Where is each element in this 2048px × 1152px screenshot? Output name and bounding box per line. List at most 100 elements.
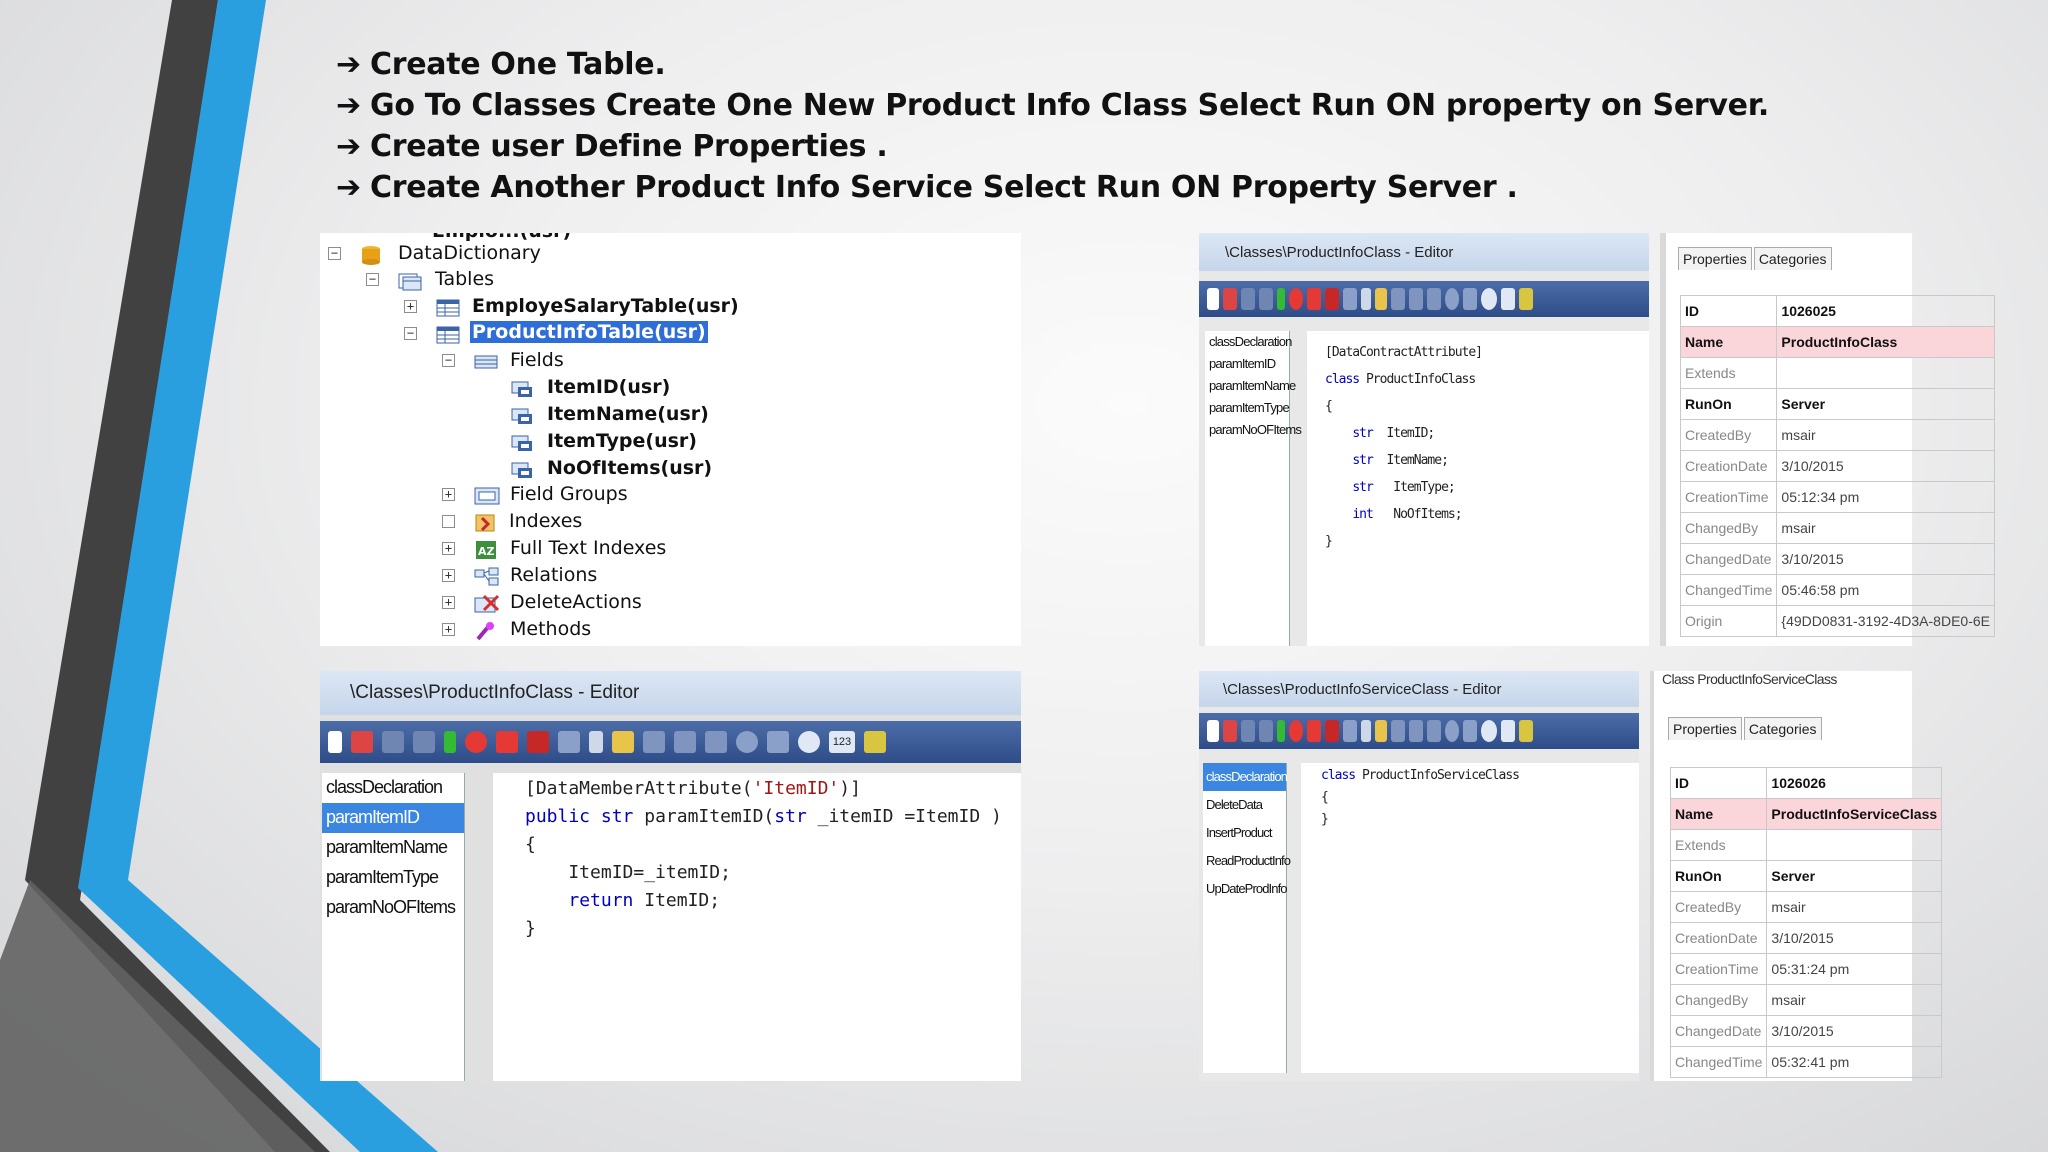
numbering-icon[interactable]: 123 xyxy=(829,731,855,753)
property-value[interactable]: ProductInfoClass xyxy=(1776,326,1995,358)
property-value[interactable]: msair xyxy=(1766,984,1943,1016)
property-value[interactable]: 05:31:24 pm xyxy=(1766,953,1943,985)
undo-icon[interactable] xyxy=(382,731,404,753)
list-icon[interactable] xyxy=(1391,288,1405,310)
method-item[interactable]: UpDateProdInfo xyxy=(1203,875,1288,903)
property-value[interactable]: {49DD0831-3192-4D3A-8DE0-6E xyxy=(1776,605,1995,637)
code-area[interactable]: [DataContractAttribute] class ProductInfo… xyxy=(1307,331,1649,646)
save-icon[interactable] xyxy=(1223,288,1237,310)
comment-icon[interactable] xyxy=(1445,720,1459,742)
compile-icon[interactable] xyxy=(558,731,580,753)
numbering-icon[interactable] xyxy=(1501,288,1515,310)
undo-icon[interactable] xyxy=(1241,288,1255,310)
property-value[interactable]: 1026025 xyxy=(1776,295,1995,327)
tree-item-relations[interactable]: + Relations xyxy=(320,563,770,589)
outdent-icon[interactable] xyxy=(1427,288,1441,310)
new-icon[interactable] xyxy=(1207,288,1219,310)
method-item[interactable]: paramNoOFItems xyxy=(1205,419,1302,441)
compile-icon[interactable] xyxy=(1343,720,1357,742)
tab-properties[interactable]: Properties xyxy=(1668,717,1742,740)
property-value[interactable]: 05:32:41 pm xyxy=(1766,1046,1943,1078)
tree-item-field[interactable]: ItemType(usr) xyxy=(320,429,770,455)
method-item[interactable]: paramItemType xyxy=(322,863,464,893)
collapse-toggle-icon[interactable]: − xyxy=(442,354,455,367)
property-value[interactable]: 05:12:34 pm xyxy=(1776,481,1995,513)
tree-item-field[interactable]: ItemID(usr) xyxy=(320,375,770,401)
comment-icon[interactable] xyxy=(736,731,758,753)
property-row[interactable]: Name ProductInfoServiceClass xyxy=(1669,798,1943,830)
script-icon[interactable] xyxy=(612,731,634,753)
expand-toggle-icon[interactable]: + xyxy=(442,569,455,582)
script-icon[interactable] xyxy=(1375,720,1387,742)
property-row[interactable]: CreationDate 3/10/2015 xyxy=(1669,922,1943,954)
lookup-icon[interactable] xyxy=(1361,720,1371,742)
property-row[interactable]: Name ProductInfoClass xyxy=(1679,326,1995,358)
save-icon[interactable] xyxy=(351,731,373,753)
property-value[interactable]: 1026026 xyxy=(1766,767,1943,799)
script-run-icon[interactable] xyxy=(1519,720,1533,742)
property-value[interactable]: 3/10/2015 xyxy=(1776,543,1995,575)
tab-properties[interactable]: Properties xyxy=(1678,247,1752,270)
uncomment-icon[interactable] xyxy=(1463,288,1477,310)
property-row[interactable]: RunOn Server xyxy=(1669,860,1943,892)
script-run-icon[interactable] xyxy=(864,731,886,753)
method-item[interactable]: paramItemName xyxy=(322,833,464,863)
help-icon[interactable] xyxy=(798,731,820,753)
property-value[interactable]: 3/10/2015 xyxy=(1766,922,1943,954)
tree-item-productinfotable[interactable]: − ProductInfoTable(usr) xyxy=(320,321,820,347)
property-value[interactable]: Server xyxy=(1766,860,1943,892)
property-row[interactable]: ID 1026025 xyxy=(1679,295,1995,327)
method-item[interactable]: DeleteData xyxy=(1203,791,1286,819)
property-row[interactable]: CreationDate 3/10/2015 xyxy=(1679,450,1995,482)
code-area[interactable]: [DataMemberAttribute('ItemID')] public st… xyxy=(493,773,1021,1081)
numbering-icon[interactable] xyxy=(1501,720,1515,742)
script-icon[interactable] xyxy=(1375,288,1387,310)
expand-toggle-icon[interactable]: + xyxy=(442,596,455,609)
lookup-icon[interactable] xyxy=(1361,288,1371,310)
property-row[interactable]: ChangedDate 3/10/2015 xyxy=(1679,543,1995,575)
property-value[interactable]: msair xyxy=(1776,419,1995,451)
property-row[interactable]: CreatedBy msair xyxy=(1669,891,1943,923)
property-value[interactable] xyxy=(1766,829,1943,861)
remove-breakpoints-icon[interactable] xyxy=(527,731,549,753)
list-icon[interactable] xyxy=(643,731,665,753)
method-item[interactable]: paramItemName xyxy=(1205,375,1296,397)
property-value[interactable]: msair xyxy=(1776,512,1995,544)
method-item[interactable]: ReadProductInfo xyxy=(1203,847,1291,875)
property-row[interactable]: CreationTime 05:31:24 pm xyxy=(1669,953,1943,985)
uncomment-icon[interactable] xyxy=(767,731,789,753)
expand-toggle-icon[interactable]: + xyxy=(404,300,417,313)
expand-toggle-icon[interactable]: + xyxy=(442,623,455,636)
property-row[interactable]: ChangedTime 05:46:58 pm xyxy=(1679,574,1995,606)
redo-icon[interactable] xyxy=(1259,288,1273,310)
code-area[interactable]: class ProductInfoServiceClass {} xyxy=(1301,763,1639,1073)
method-item[interactable]: paramNoOFItems xyxy=(322,893,464,923)
lookup-icon[interactable] xyxy=(589,731,603,753)
toggle-breakpoint-icon[interactable] xyxy=(1307,288,1321,310)
tree-item-fulltextindexes[interactable]: + AZ Full Text Indexes xyxy=(320,536,770,562)
method-item[interactable]: paramItemID xyxy=(1205,353,1289,375)
run-icon[interactable] xyxy=(444,731,456,753)
toggle-icon[interactable] xyxy=(442,515,455,528)
uncomment-icon[interactable] xyxy=(1463,720,1477,742)
compile-icon[interactable] xyxy=(1343,288,1357,310)
breakpoint-icon[interactable] xyxy=(465,731,487,753)
method-item[interactable]: InsertProduct xyxy=(1203,819,1286,847)
property-row[interactable]: ChangedDate 3/10/2015 xyxy=(1669,1015,1943,1047)
new-icon[interactable] xyxy=(1207,720,1219,742)
save-icon[interactable] xyxy=(1223,720,1237,742)
property-value[interactable] xyxy=(1776,357,1995,389)
indent-icon[interactable] xyxy=(1409,288,1423,310)
collapse-toggle-icon[interactable]: − xyxy=(404,327,417,340)
method-item[interactable]: paramItemType xyxy=(1205,397,1290,419)
redo-icon[interactable] xyxy=(1259,720,1273,742)
property-row[interactable]: ChangedBy msair xyxy=(1669,984,1943,1016)
help-icon[interactable] xyxy=(1481,288,1497,310)
toggle-breakpoint-icon[interactable] xyxy=(1307,720,1321,742)
script-run-icon[interactable] xyxy=(1519,288,1533,310)
help-icon[interactable] xyxy=(1481,720,1497,742)
expand-toggle-icon[interactable]: + xyxy=(442,488,455,501)
tree-item-deleteactions[interactable]: + DeleteActions xyxy=(320,590,770,616)
collapse-toggle-icon[interactable]: − xyxy=(366,273,379,286)
property-value[interactable]: 05:46:58 pm xyxy=(1776,574,1995,606)
